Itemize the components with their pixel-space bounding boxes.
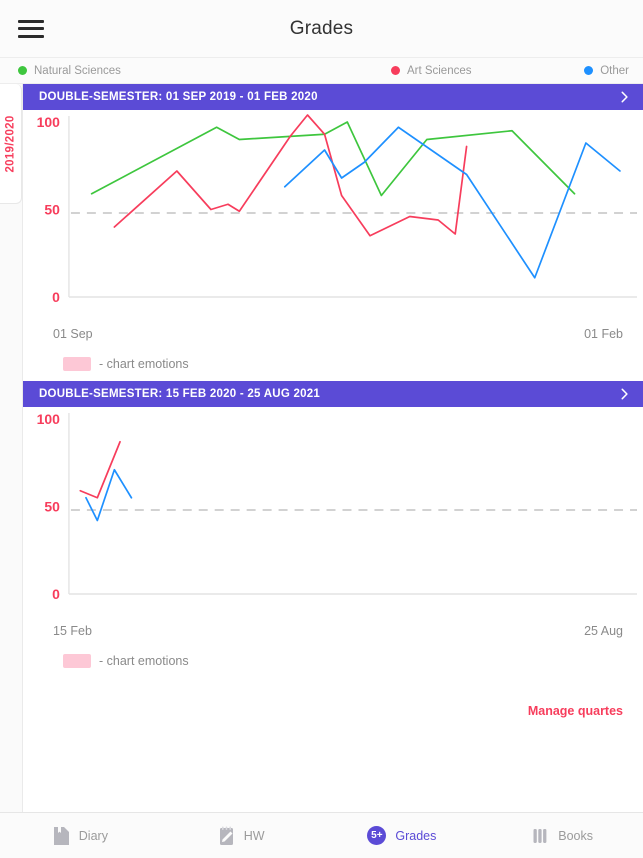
hamburger-line	[18, 27, 44, 30]
emotions-legend-label: - chart emotions	[99, 654, 189, 668]
hamburger-line	[18, 19, 44, 23]
svg-text:50: 50	[44, 498, 60, 514]
chart-1-xaxis: 01 Sep 01 Feb	[23, 325, 643, 341]
notepad-pen-icon	[219, 826, 233, 845]
semester-bar-1-label: DOUBLE-SEMESTER: 01 SEP 2019 - 01 FEB 20…	[39, 91, 318, 103]
nav-label-hw: HW	[243, 828, 265, 843]
hamburger-menu-icon[interactable]	[18, 19, 44, 38]
svg-text:0: 0	[52, 586, 60, 602]
chart-2-emotions-legend: - chart emotions	[23, 638, 643, 678]
legend-dot-icon	[390, 66, 400, 75]
emotions-legend-label: - chart emotions	[99, 357, 189, 371]
svg-text:100: 100	[37, 411, 61, 427]
emotions-swatch-icon	[63, 357, 91, 371]
grades-scroll-body[interactable]: 2019/2020 DOUBLE-SEMESTER: 01 SEP 2019 -…	[0, 84, 643, 812]
legend-label: Art Sciences	[406, 64, 472, 77]
chart-1-x-start: 01 Sep	[53, 327, 93, 341]
chart-1: 0 50 100	[23, 110, 643, 325]
app-header: Grades	[0, 0, 643, 58]
legend-label: Natural Sciences	[34, 64, 121, 77]
chart-2-xaxis: 15 Feb 25 Aug	[23, 622, 643, 638]
year-tab-2019-2020[interactable]: 2019/2020	[0, 84, 22, 204]
nav-item-diary[interactable]: Diary	[0, 813, 161, 858]
chart-1-x-end: 01 Feb	[584, 327, 623, 341]
page-title: Grades	[289, 17, 354, 39]
nav-label-diary: Diary	[78, 828, 108, 843]
bottom-navigation: Diary HW 5+ Grades Books	[0, 812, 643, 858]
series-legend: Natural Sciences Art Sciences Other	[0, 58, 643, 84]
nav-label-grades: Grades	[395, 828, 437, 843]
chart-block-2: 0 50 100 15 Feb 25 Aug - chart emotions	[23, 407, 643, 678]
legend-dot-icon	[18, 66, 27, 75]
semester-bar-2[interactable]: DOUBLE-SEMESTER: 15 FEB 2020 - 25 AUG 20…	[23, 381, 643, 407]
nav-item-books[interactable]: Books	[482, 813, 643, 858]
legend-item-art-sciences: Art Sciences	[390, 64, 472, 77]
book-page-icon	[53, 826, 69, 845]
chart-2: 0 50 100	[23, 407, 643, 622]
hamburger-line	[18, 34, 44, 38]
books-spines-icon	[533, 828, 547, 843]
chart-block-1: 0 50 100 01 Sep 01 Feb - chart emotions	[23, 110, 643, 381]
chart-1-emotions-legend: - chart emotions	[23, 341, 643, 381]
chevron-right-icon[interactable]	[617, 387, 631, 401]
semester-bar-1[interactable]: DOUBLE-SEMESTER: 01 SEP 2019 - 01 FEB 20…	[23, 84, 643, 110]
chart-2-svg: 0 50 100	[37, 411, 638, 602]
svg-text:0: 0	[52, 289, 60, 305]
grades-screen: Grades Natural Sciences Art Sciences Oth…	[0, 0, 643, 858]
semesters-content: DOUBLE-SEMESTER: 01 SEP 2019 - 01 FEB 20…	[22, 84, 643, 812]
legend-label: Other	[600, 64, 629, 77]
nav-label-books: Books	[558, 828, 593, 843]
legend-item-other: Other	[584, 65, 629, 77]
manage-quartes-link[interactable]: Manage quartes	[23, 678, 643, 718]
nav-item-hw[interactable]: HW	[161, 813, 322, 858]
nav-item-grades[interactable]: 5+ Grades	[322, 813, 483, 858]
chart-2-x-start: 15 Feb	[53, 624, 92, 638]
legend-dot-icon	[584, 66, 594, 75]
semester-bar-2-label: DOUBLE-SEMESTER: 15 FEB 2020 - 25 AUG 20…	[39, 388, 321, 400]
chart-1-svg: 0 50 100	[37, 114, 638, 305]
grade-5plus-badge-icon: 5+	[367, 826, 387, 845]
svg-text:100: 100	[37, 114, 61, 130]
legend-item-natural-sciences: Natural Sciences	[18, 65, 121, 77]
emotions-swatch-icon	[63, 654, 91, 668]
chart-2-x-end: 25 Aug	[584, 624, 623, 638]
chevron-right-icon[interactable]	[617, 90, 631, 104]
year-tab-label: 2019/2020	[4, 114, 17, 173]
svg-text:50: 50	[44, 201, 60, 217]
